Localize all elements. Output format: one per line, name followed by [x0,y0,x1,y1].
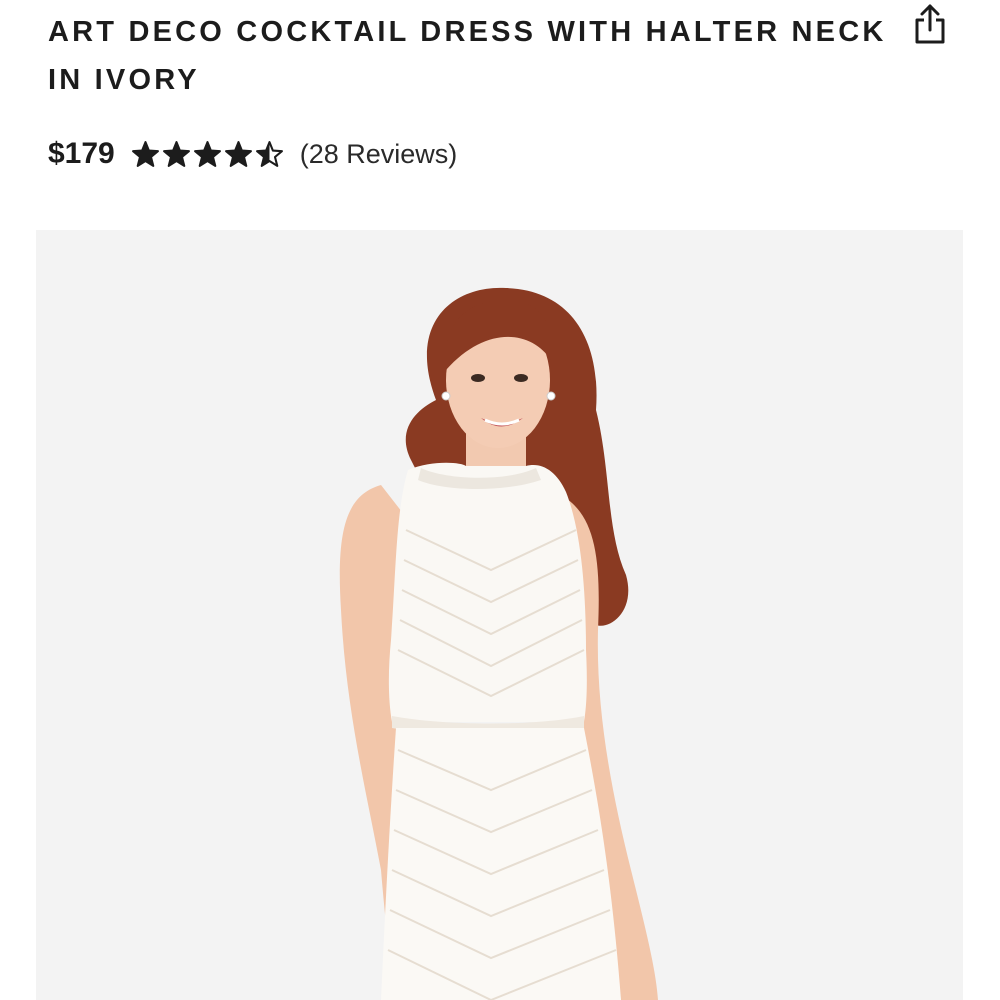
star-icon [224,141,252,167]
share-button[interactable] [906,0,954,48]
price-rating-row: $179 (28 Reviews) [48,132,457,176]
rating-stars[interactable] [131,140,284,168]
product-price: $179 [48,137,115,170]
share-icon [915,4,945,44]
star-icon [255,141,283,167]
star-icon [193,141,221,167]
product-header: ART DECO COCKTAIL DRESS WITH HALTER NECK… [48,8,888,104]
star-icon [162,141,190,167]
star-icon [131,141,159,167]
model-photo [36,230,963,1000]
product-title: ART DECO COCKTAIL DRESS WITH HALTER NECK… [48,16,887,96]
reviews-link[interactable]: (28 Reviews) [300,139,458,170]
product-image[interactable] [36,230,963,1000]
